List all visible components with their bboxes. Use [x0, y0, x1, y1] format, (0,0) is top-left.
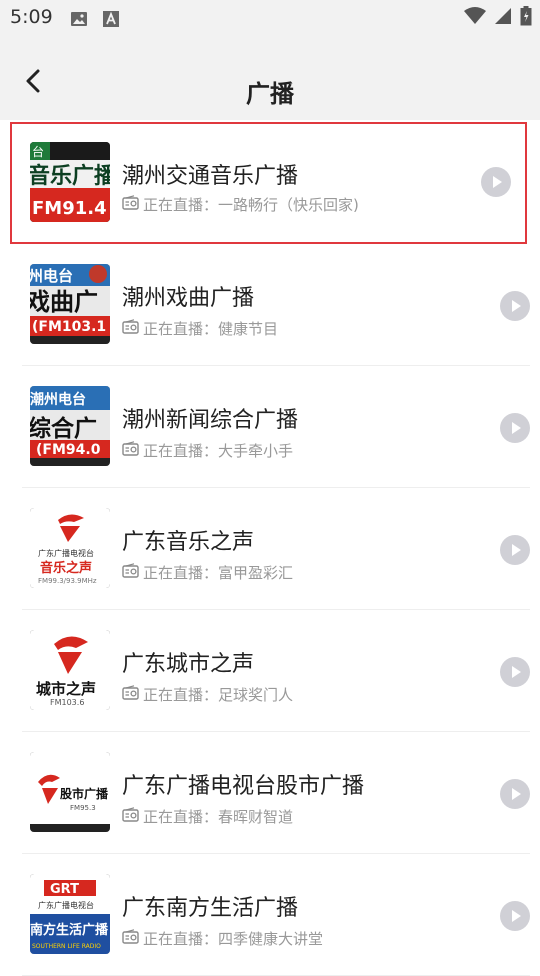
station-logo: 股市广播 FM95.3 — [30, 752, 110, 832]
station-name: 潮州交通音乐广播 — [122, 164, 299, 189]
station-item[interactable]: 台 音乐广播 FM91.4 潮州交通音乐广播 正在直播：一路畅行（快乐回家) — [10, 122, 527, 244]
play-button[interactable] — [481, 167, 511, 197]
svg-text:(FM103.1: (FM103.1 — [32, 319, 106, 335]
now-playing-text: 正在直播：富甲盈彩汇 — [143, 564, 294, 582]
now-playing-text: 正在直播：四季健康大讲堂 — [143, 930, 324, 948]
wifi-icon — [464, 7, 486, 29]
station-item[interactable]: GRT 广东广播电视台 南方生活广播 SOUTHERN LIFE RADIO 广… — [22, 854, 530, 976]
status-icons — [464, 6, 532, 30]
svg-text:潮州电台: 潮州电台 — [30, 391, 86, 408]
station-name: 广东南方生活广播 — [122, 896, 299, 921]
station-item[interactable]: 城市之声 FM103.6 广东城市之声 正在直播：足球奖门人 — [22, 610, 530, 732]
cellular-signal-icon — [494, 7, 512, 29]
page-title: 广播 — [246, 80, 294, 108]
now-playing: 正在直播：四季健康大讲堂 — [122, 928, 323, 949]
station-item[interactable]: 股市广播 FM95.3 广东广播电视台股市广播 正在直播：春晖财智道 — [22, 732, 530, 854]
now-playing-text: 正在直播：一路畅行（快乐回家) — [143, 196, 359, 214]
svg-text:戏曲广: 戏曲广 — [30, 288, 98, 316]
svg-text:南方生活广播: 南方生活广播 — [30, 922, 109, 938]
radio-icon — [122, 563, 139, 582]
station-logo: 潮州电台 综合广 (FM94.0 — [30, 386, 110, 466]
radio-icon — [122, 685, 139, 704]
station-name: 广东城市之声 — [122, 652, 255, 677]
now-playing: 正在直播：春晖财智道 — [122, 806, 293, 827]
svg-text:广东广播电视台: 广东广播电视台 — [38, 548, 94, 558]
now-playing: 正在直播：大手牵小手 — [122, 440, 293, 461]
station-list: 台 音乐广播 FM91.4 潮州交通音乐广播 正在直播：一路畅行（快乐回家) 州… — [0, 120, 540, 976]
svg-text:音乐之声: 音乐之声 — [40, 560, 92, 576]
station-logo: 城市之声 FM103.6 — [30, 630, 110, 710]
station-name: 广东广播电视台股市广播 — [122, 774, 365, 799]
station-name: 广东音乐之声 — [122, 530, 255, 555]
svg-text:股市广播: 股市广播 — [60, 786, 109, 801]
radio-icon — [122, 319, 139, 338]
radio-icon — [122, 195, 139, 214]
station-item[interactable]: 州电台 戏曲广 (FM103.1 潮州戏曲广播 正在直播：健康节目 — [22, 244, 530, 366]
station-logo: 州电台 戏曲广 (FM103.1 — [30, 264, 110, 344]
play-button[interactable] — [500, 413, 530, 443]
status-time: 5:09 — [10, 6, 53, 28]
svg-text:广东广播电视台: 广东广播电视台 — [38, 900, 94, 910]
station-item[interactable]: 广东广播电视台 音乐之声 FM99.3/93.9MHz 广东音乐之声 正在直播：… — [22, 488, 530, 610]
radio-icon — [122, 441, 139, 460]
svg-text:FM103.6: FM103.6 — [50, 698, 84, 707]
now-playing: 正在直播：富甲盈彩汇 — [122, 562, 293, 583]
now-playing: 正在直播：足球奖门人 — [122, 684, 293, 705]
now-playing-text: 正在直播：健康节目 — [143, 320, 279, 338]
station-logo: GRT 广东广播电视台 南方生活广播 SOUTHERN LIFE RADIO — [30, 874, 110, 954]
play-button[interactable] — [500, 535, 530, 565]
now-playing-text: 正在直播：大手牵小手 — [143, 442, 294, 460]
play-button[interactable] — [500, 291, 530, 321]
now-playing-text: 正在直播：春晖财智道 — [143, 808, 294, 826]
now-playing: 正在直播：一路畅行（快乐回家) — [122, 194, 359, 215]
svg-text:SOUTHERN LIFE RADIO: SOUTHERN LIFE RADIO — [32, 943, 101, 950]
status-bar: 5:09 — [0, 0, 540, 36]
battery-icon — [520, 6, 532, 30]
svg-text:FM91.4: FM91.4 — [32, 198, 107, 219]
station-logo: 广东广播电视台 音乐之声 FM99.3/93.9MHz — [30, 508, 110, 588]
svg-text:综合广: 综合广 — [30, 415, 97, 442]
radio-icon — [122, 807, 139, 826]
now-playing-text: 正在直播：足球奖门人 — [143, 686, 294, 704]
svg-text:台: 台 — [32, 144, 44, 159]
radio-icon — [122, 929, 139, 948]
station-item[interactable]: 潮州电台 综合广 (FM94.0 潮州新闻综合广播 正在直播：大手牵小手 — [22, 366, 530, 488]
text-notification-icon — [103, 11, 119, 31]
play-button[interactable] — [500, 657, 530, 687]
station-name: 潮州新闻综合广播 — [122, 408, 299, 433]
now-playing: 正在直播：健康节目 — [122, 318, 278, 339]
svg-text:城市之声: 城市之声 — [36, 680, 96, 698]
play-button[interactable] — [500, 779, 530, 809]
svg-text:(FM94.0: (FM94.0 — [36, 442, 101, 458]
svg-text:GRT: GRT — [50, 882, 79, 897]
station-logo: 台 音乐广播 FM91.4 — [30, 142, 110, 222]
app-header: 广播 — [0, 36, 540, 120]
svg-text:音乐广播: 音乐广播 — [30, 163, 110, 189]
svg-text:州电台: 州电台 — [30, 267, 73, 285]
image-notification-icon — [70, 11, 88, 31]
station-name: 潮州戏曲广播 — [122, 286, 255, 311]
svg-text:FM99.3/93.9MHz: FM99.3/93.9MHz — [38, 577, 97, 585]
play-button[interactable] — [500, 901, 530, 931]
svg-text:FM95.3: FM95.3 — [70, 804, 96, 812]
